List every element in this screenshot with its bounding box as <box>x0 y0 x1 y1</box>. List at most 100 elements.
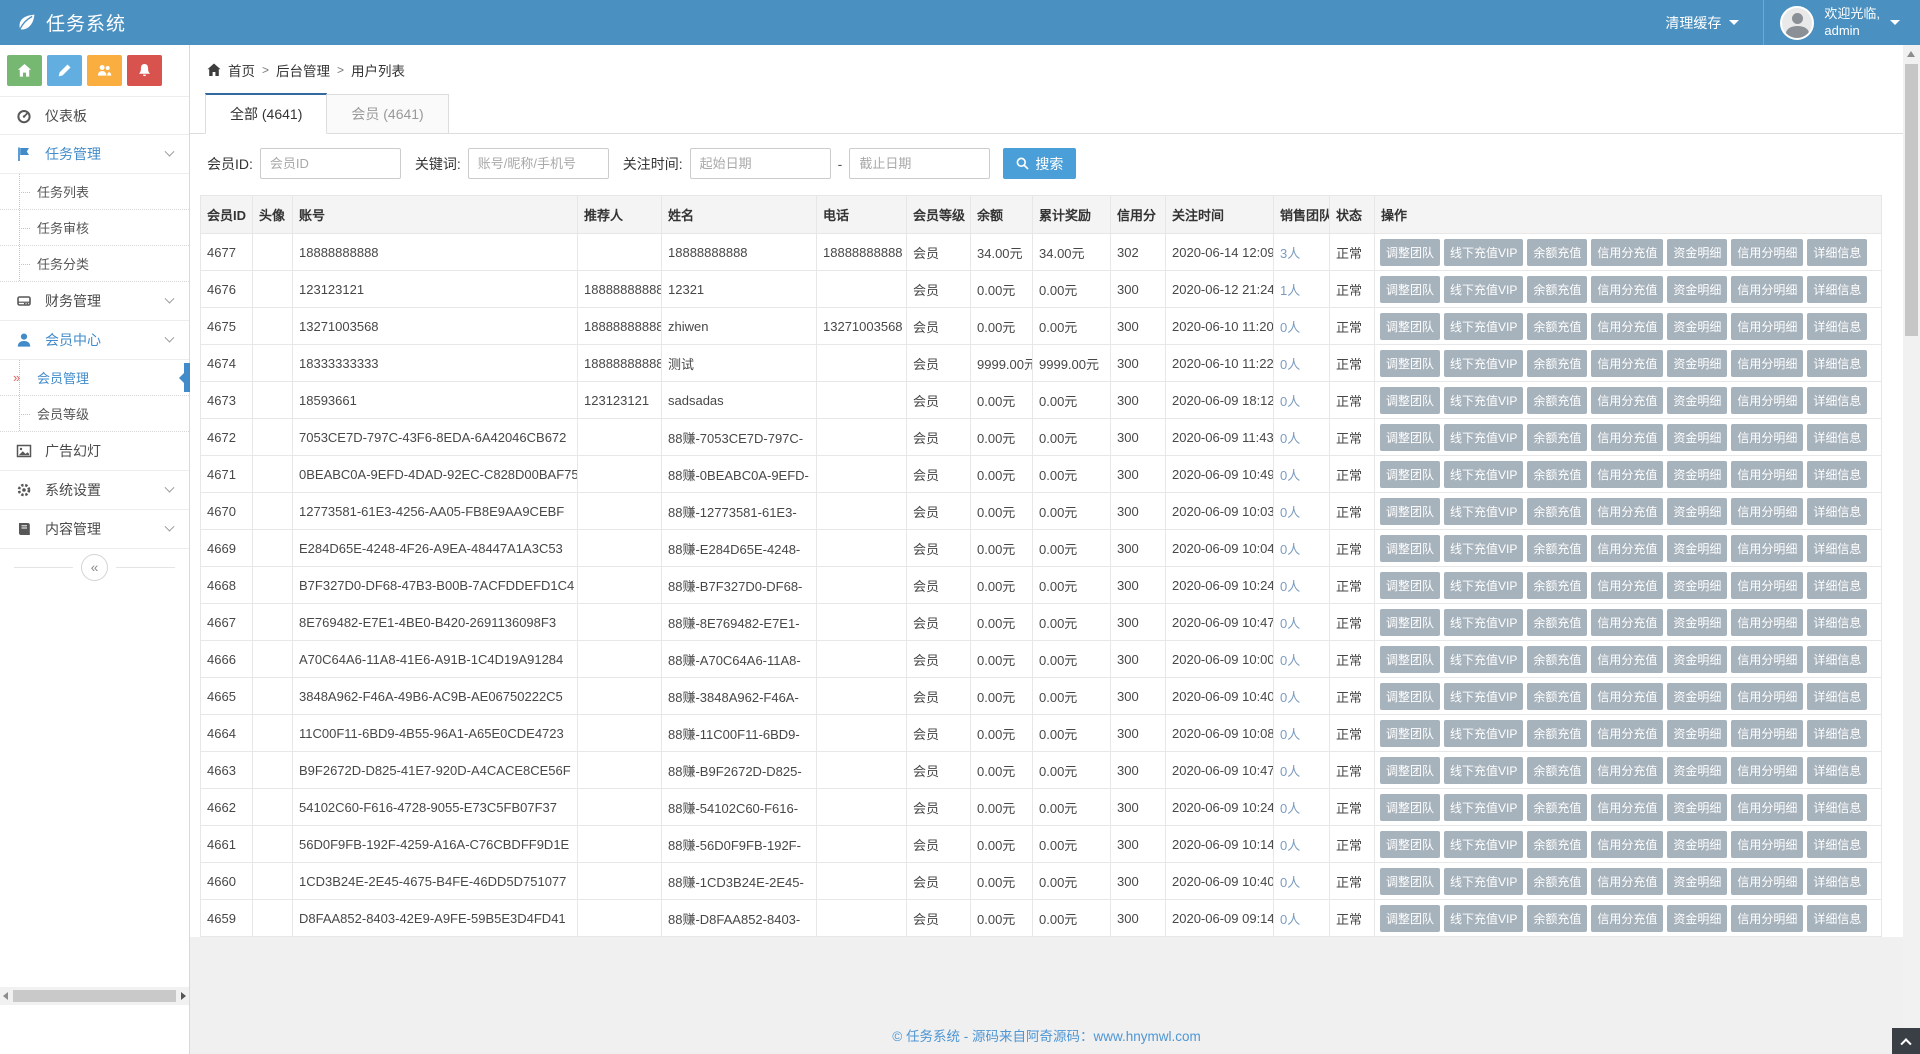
sales-team-link[interactable]: 0人 <box>1280 764 1300 779</box>
end-date-input[interactable] <box>849 148 990 179</box>
action-detail-info[interactable]: 详细信息 <box>1807 609 1867 636</box>
action-credit-recharge[interactable]: 信用分充值 <box>1591 757 1663 784</box>
member-id-input[interactable] <box>260 148 401 179</box>
action-offline-vip-recharge[interactable]: 线下充值VIP <box>1444 461 1523 488</box>
sales-team-link[interactable]: 0人 <box>1280 579 1300 594</box>
action-adjust-team[interactable]: 调整团队 <box>1380 461 1440 488</box>
action-balance-recharge[interactable]: 余额充值 <box>1527 572 1587 599</box>
sidebar-collapse-button[interactable]: « <box>81 554 108 581</box>
action-balance-recharge[interactable]: 余额充值 <box>1527 831 1587 858</box>
action-balance-recharge[interactable]: 余额充值 <box>1527 683 1587 710</box>
quick-users-button[interactable] <box>87 55 122 86</box>
action-balance-recharge[interactable]: 余额充值 <box>1527 498 1587 525</box>
scroll-right-arrow-icon[interactable] <box>181 992 186 1000</box>
action-balance-recharge[interactable]: 余额充值 <box>1527 239 1587 266</box>
action-credit-detail[interactable]: 信用分明细 <box>1731 609 1803 636</box>
sidebar-horizontal-scrollbar[interactable] <box>0 987 189 1005</box>
action-credit-recharge[interactable]: 信用分充值 <box>1591 239 1663 266</box>
action-detail-info[interactable]: 详细信息 <box>1807 646 1867 673</box>
scroll-up-arrow-icon[interactable] <box>1907 51 1915 57</box>
action-fund-detail[interactable]: 资金明细 <box>1667 794 1727 821</box>
action-credit-detail[interactable]: 信用分明细 <box>1731 350 1803 377</box>
sales-team-link[interactable]: 0人 <box>1280 542 1300 557</box>
sidebar-item-member-level[interactable]: 会员等级 <box>0 396 189 432</box>
breadcrumb-home[interactable]: 首页 <box>228 60 255 80</box>
user-dropdown[interactable]: 欢迎光临, admin <box>1764 0 1920 45</box>
action-credit-recharge[interactable]: 信用分充值 <box>1591 905 1663 932</box>
action-adjust-team[interactable]: 调整团队 <box>1380 831 1440 858</box>
action-credit-recharge[interactable]: 信用分充值 <box>1591 572 1663 599</box>
action-balance-recharge[interactable]: 余额充值 <box>1527 868 1587 895</box>
sales-team-link[interactable]: 0人 <box>1280 505 1300 520</box>
action-detail-info[interactable]: 详细信息 <box>1807 461 1867 488</box>
action-offline-vip-recharge[interactable]: 线下充值VIP <box>1444 794 1523 821</box>
sales-team-link[interactable]: 0人 <box>1280 875 1300 890</box>
action-offline-vip-recharge[interactable]: 线下充值VIP <box>1444 609 1523 636</box>
action-detail-info[interactable]: 详细信息 <box>1807 387 1867 414</box>
action-balance-recharge[interactable]: 余额充值 <box>1527 461 1587 488</box>
action-adjust-team[interactable]: 调整团队 <box>1380 498 1440 525</box>
action-fund-detail[interactable]: 资金明细 <box>1667 313 1727 340</box>
action-balance-recharge[interactable]: 余额充值 <box>1527 350 1587 377</box>
action-balance-recharge[interactable]: 余额充值 <box>1527 794 1587 821</box>
action-offline-vip-recharge[interactable]: 线下充值VIP <box>1444 831 1523 858</box>
sales-team-link[interactable]: 0人 <box>1280 727 1300 742</box>
action-fund-detail[interactable]: 资金明细 <box>1667 757 1727 784</box>
action-adjust-team[interactable]: 调整团队 <box>1380 350 1440 377</box>
action-adjust-team[interactable]: 调整团队 <box>1380 794 1440 821</box>
action-adjust-team[interactable]: 调整团队 <box>1380 276 1440 303</box>
action-fund-detail[interactable]: 资金明细 <box>1667 350 1727 377</box>
action-detail-info[interactable]: 详细信息 <box>1807 498 1867 525</box>
tab-members[interactable]: 会员 (4641) <box>327 94 448 134</box>
action-adjust-team[interactable]: 调整团队 <box>1380 424 1440 451</box>
action-credit-detail[interactable]: 信用分明细 <box>1731 461 1803 488</box>
action-offline-vip-recharge[interactable]: 线下充值VIP <box>1444 868 1523 895</box>
action-credit-detail[interactable]: 信用分明细 <box>1731 572 1803 599</box>
action-offline-vip-recharge[interactable]: 线下充值VIP <box>1444 498 1523 525</box>
sales-team-link[interactable]: 0人 <box>1280 690 1300 705</box>
sales-team-link[interactable]: 3人 <box>1280 246 1300 261</box>
footer-link[interactable]: www.hnymwl.com <box>1093 1029 1200 1044</box>
action-fund-detail[interactable]: 资金明细 <box>1667 646 1727 673</box>
action-credit-recharge[interactable]: 信用分充值 <box>1591 276 1663 303</box>
sales-team-link[interactable]: 0人 <box>1280 468 1300 483</box>
action-fund-detail[interactable]: 资金明细 <box>1667 905 1727 932</box>
action-fund-detail[interactable]: 资金明细 <box>1667 831 1727 858</box>
action-credit-detail[interactable]: 信用分明细 <box>1731 387 1803 414</box>
action-adjust-team[interactable]: 调整团队 <box>1380 868 1440 895</box>
scroll-left-arrow-icon[interactable] <box>3 992 8 1000</box>
keyword-input[interactable] <box>468 148 609 179</box>
action-credit-detail[interactable]: 信用分明细 <box>1731 313 1803 340</box>
action-balance-recharge[interactable]: 余额充值 <box>1527 387 1587 414</box>
action-credit-recharge[interactable]: 信用分充值 <box>1591 868 1663 895</box>
action-credit-detail[interactable]: 信用分明细 <box>1731 720 1803 747</box>
action-offline-vip-recharge[interactable]: 线下充值VIP <box>1444 757 1523 784</box>
action-credit-recharge[interactable]: 信用分充值 <box>1591 498 1663 525</box>
sales-team-link[interactable]: 0人 <box>1280 394 1300 409</box>
sidebar-item-member-center[interactable]: 会员中心 <box>0 321 189 360</box>
action-adjust-team[interactable]: 调整团队 <box>1380 239 1440 266</box>
action-adjust-team[interactable]: 调整团队 <box>1380 757 1440 784</box>
action-fund-detail[interactable]: 资金明细 <box>1667 276 1727 303</box>
search-button[interactable]: 搜索 <box>1003 148 1076 179</box>
action-fund-detail[interactable]: 资金明细 <box>1667 535 1727 562</box>
sidebar-item-task-list[interactable]: 任务列表 <box>0 174 189 210</box>
action-offline-vip-recharge[interactable]: 线下充值VIP <box>1444 387 1523 414</box>
action-balance-recharge[interactable]: 余额充值 <box>1527 757 1587 784</box>
action-offline-vip-recharge[interactable]: 线下充值VIP <box>1444 646 1523 673</box>
action-detail-info[interactable]: 详细信息 <box>1807 794 1867 821</box>
action-credit-detail[interactable]: 信用分明细 <box>1731 424 1803 451</box>
sales-team-link[interactable]: 0人 <box>1280 431 1300 446</box>
quick-home-button[interactable] <box>7 55 42 86</box>
action-credit-recharge[interactable]: 信用分充值 <box>1591 387 1663 414</box>
tab-all[interactable]: 全部 (4641) <box>205 93 327 134</box>
action-credit-recharge[interactable]: 信用分充值 <box>1591 794 1663 821</box>
action-detail-info[interactable]: 详细信息 <box>1807 239 1867 266</box>
action-fund-detail[interactable]: 资金明细 <box>1667 239 1727 266</box>
action-fund-detail[interactable]: 资金明细 <box>1667 498 1727 525</box>
action-credit-detail[interactable]: 信用分明细 <box>1731 276 1803 303</box>
action-fund-detail[interactable]: 资金明细 <box>1667 720 1727 747</box>
action-credit-recharge[interactable]: 信用分充值 <box>1591 461 1663 488</box>
action-adjust-team[interactable]: 调整团队 <box>1380 683 1440 710</box>
quick-edit-button[interactable] <box>47 55 82 86</box>
